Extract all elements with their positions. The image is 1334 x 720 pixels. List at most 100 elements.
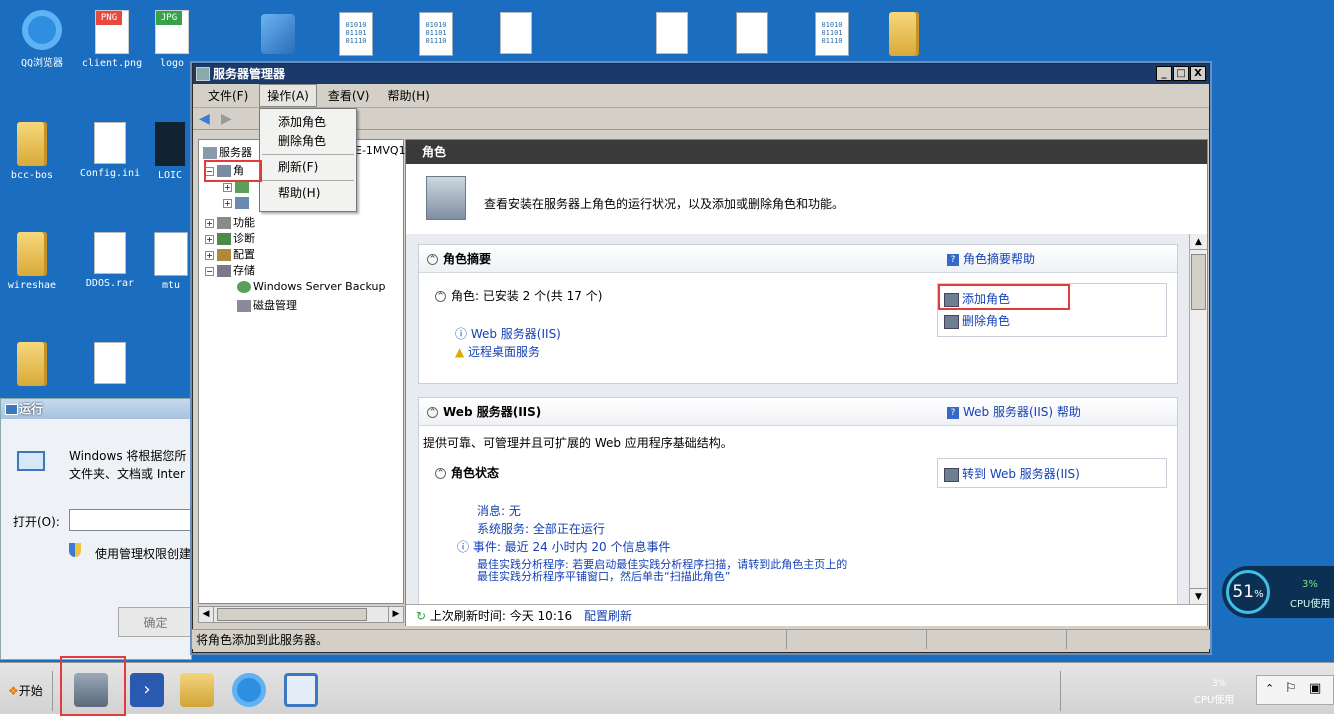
- pane-description-text: 查看安装在服务器上角色的运行状况，以及添加或删除角色和功能。: [484, 197, 845, 211]
- minimize-button[interactable]: _: [1156, 66, 1172, 81]
- explorer-taskbar-icon[interactable]: [180, 673, 214, 707]
- tree-item-roles[interactable]: − 角: [205, 162, 244, 178]
- desktop-icon-logo[interactable]: JPG logo: [152, 10, 192, 69]
- desktop-icon-bin2[interactable]: 01010 01101 01110: [396, 12, 476, 60]
- collapse-circle-icon[interactable]: ^: [427, 407, 438, 418]
- web-server-section: ^ Web 服务器(IIS) ? Web 服务器(IIS) 帮助 提供可靠、可管理并…: [418, 397, 1178, 604]
- tree-item-diagnostics[interactable]: + 诊断: [205, 230, 255, 246]
- desktop-icon-app[interactable]: [238, 14, 318, 58]
- ok-button[interactable]: 确定: [118, 607, 193, 637]
- desktop-icon-config-ini[interactable]: Config.ini: [70, 122, 150, 179]
- desktop-icon-loic[interactable]: LOIC: [148, 122, 192, 181]
- menu-item-add-role[interactable]: 添加角色: [260, 113, 356, 132]
- roles-summary-header[interactable]: ^ 角色摘要 ? 角色摘要帮助: [419, 245, 1177, 273]
- menu-item-remove-role[interactable]: 删除角色: [260, 132, 356, 151]
- expand-icon[interactable]: +: [205, 250, 214, 260]
- tree-item-web[interactable]: +: [223, 180, 251, 193]
- tree-item-features[interactable]: + 功能: [205, 214, 255, 230]
- scroll-right-arrow[interactable]: ▶: [388, 607, 403, 622]
- tree-item-wsb[interactable]: Windows Server Backup: [237, 280, 386, 293]
- menu-view[interactable]: 查看(V): [321, 85, 377, 106]
- back-arrow-icon[interactable]: ◀: [199, 112, 217, 126]
- expand-icon[interactable]: +: [223, 182, 232, 192]
- tree-item-rds[interactable]: +: [223, 196, 251, 209]
- roles-summary-help-link[interactable]: ? 角色摘要帮助: [947, 245, 1035, 273]
- desktop-icon-folder-top[interactable]: [864, 12, 944, 60]
- status-cell: [926, 630, 1066, 649]
- powershell-taskbar-icon[interactable]: ›: [130, 673, 164, 707]
- desktop-icon-settings[interactable]: [70, 342, 150, 388]
- collapse-icon[interactable]: −: [205, 266, 214, 276]
- binary-file-icon: 01010 01101 01110: [815, 12, 849, 56]
- open-input[interactable]: [69, 509, 193, 531]
- flag-icon[interactable]: ⚐: [1285, 681, 1297, 696]
- cpu-usage-widget[interactable]: 51% 3% CPU使用: [1222, 566, 1334, 618]
- forward-arrow-icon[interactable]: ▶: [221, 112, 239, 126]
- server-manager-taskbar-icon[interactable]: [74, 673, 108, 707]
- remove-roles-link[interactable]: 删除角色: [942, 310, 1162, 332]
- collapse-circle-icon[interactable]: ^: [427, 254, 438, 265]
- collapse-icon[interactable]: −: [205, 166, 214, 176]
- window-titlebar[interactable]: 服务器管理器 _ □ X: [193, 64, 1209, 84]
- role-status-header[interactable]: ^ 角色状态: [435, 464, 499, 481]
- tree-item-storage[interactable]: − 存储: [205, 262, 255, 278]
- menu-file[interactable]: 文件(F): [201, 85, 255, 106]
- configure-refresh-link[interactable]: 配置刷新: [584, 609, 632, 623]
- tree-item-disk[interactable]: 磁盘管理: [237, 297, 297, 313]
- desktop-icon-rar-top[interactable]: [712, 12, 792, 58]
- desktop-icon-doc1[interactable]: [476, 12, 556, 58]
- desktop-icon-bin1[interactable]: 01010 01101 01110: [316, 12, 396, 60]
- maximize-button[interactable]: □: [1173, 66, 1189, 81]
- action-menu-dropdown: 添加角色 删除角色 刷新(F) 帮助(H): [259, 108, 357, 212]
- desktop-icon-bin3[interactable]: 01010 01101 01110: [792, 12, 872, 60]
- close-button[interactable]: X: [1190, 66, 1206, 81]
- tree-horizontal-scrollbar[interactable]: ◀ ▶: [198, 606, 404, 623]
- scroll-up-arrow[interactable]: ▲: [1190, 234, 1207, 250]
- desktop-icon-client-png[interactable]: PNG client.png: [72, 10, 152, 69]
- server-manager-icon: [196, 67, 210, 81]
- add-roles-link[interactable]: 添加角色: [942, 288, 1162, 310]
- scroll-thumb[interactable]: [217, 608, 367, 621]
- desktop-icon-mtu[interactable]: mtu: [150, 232, 192, 291]
- taskbar-cpu-label: CPU使用: [1194, 695, 1235, 706]
- role-rds-link[interactable]: ▲ 远程桌面服务: [455, 343, 540, 360]
- menu-item-refresh[interactable]: 刷新(F): [260, 158, 356, 177]
- run-taskbar-icon[interactable]: [284, 673, 318, 707]
- desktop-icon-doc2[interactable]: [632, 12, 712, 58]
- collapse-circle-icon[interactable]: ^: [435, 468, 446, 479]
- tray-expand-icon[interactable]: ⌃: [1265, 682, 1274, 695]
- cpu-label: CPU使用: [1290, 599, 1331, 610]
- goto-web-server-link[interactable]: 转到 Web 服务器(IIS): [942, 463, 1162, 485]
- role-web-link[interactable]: ⓘ Web 服务器(IIS): [455, 325, 561, 342]
- qq-browser-taskbar-icon[interactable]: [232, 673, 266, 707]
- tree-item-config[interactable]: + 配置: [205, 246, 255, 262]
- collapse-circle-icon[interactable]: ^: [435, 291, 446, 302]
- web-server-help-link[interactable]: ? Web 服务器(IIS) 帮助: [947, 398, 1081, 426]
- windows-logo-icon: ❖: [8, 684, 19, 698]
- taskbar-separator: [1060, 671, 1061, 711]
- qq-browser-icon: [22, 10, 62, 50]
- desktop-icon-folder-3[interactable]: [0, 342, 72, 390]
- scroll-down-arrow[interactable]: ▼: [1190, 588, 1207, 604]
- menu-item-help[interactable]: 帮助(H): [260, 184, 356, 203]
- expand-icon[interactable]: +: [205, 218, 214, 228]
- desktop-icon-ddos-rar[interactable]: DDOS.rar: [70, 232, 150, 289]
- network-icon[interactable]: ▣: [1309, 681, 1321, 696]
- warning-icon: ▲: [455, 345, 469, 359]
- expand-icon[interactable]: +: [205, 234, 214, 244]
- pane-header: 角色: [406, 140, 1207, 164]
- scroll-left-arrow[interactable]: ◀: [199, 607, 214, 622]
- scroll-thumb[interactable]: [1191, 254, 1206, 310]
- desktop-icon-qq[interactable]: QQ浏览器: [2, 10, 82, 69]
- bottom-strip: [0, 714, 1334, 720]
- status-events[interactable]: ⓘ 事件: 最近 24 小时内 20 个信息事件: [457, 538, 670, 555]
- menu-action[interactable]: 操作(A): [259, 84, 317, 107]
- menu-help[interactable]: 帮助(H): [380, 85, 436, 106]
- expand-icon[interactable]: +: [223, 198, 232, 208]
- desktop-icon-wireshae[interactable]: wireshae: [0, 232, 72, 291]
- desktop-icon-bcc-bos[interactable]: bcc-bos: [0, 122, 72, 181]
- tree-item-server[interactable]: 服务器: [203, 144, 252, 160]
- pane-vertical-scrollbar[interactable]: ▲ ▼: [1189, 234, 1207, 604]
- web-server-header[interactable]: ^ Web 服务器(IIS) ? Web 服务器(IIS) 帮助: [419, 398, 1177, 426]
- start-button[interactable]: ❖开始: [0, 677, 46, 705]
